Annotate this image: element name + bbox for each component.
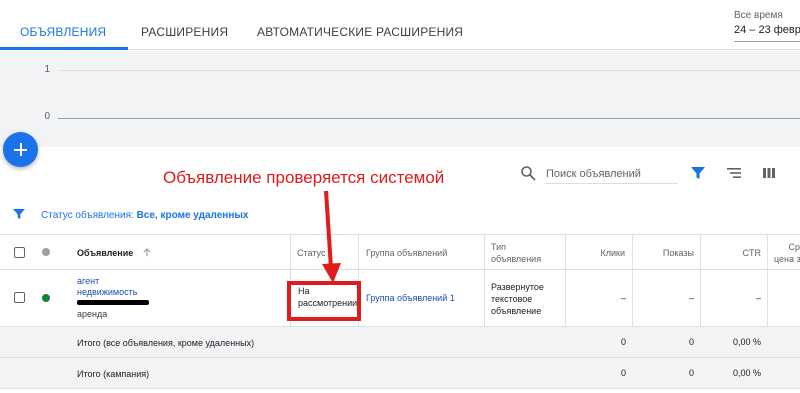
status-column-dot xyxy=(42,248,50,256)
total-impressions: 0 xyxy=(688,368,694,378)
header-status[interactable]: Статус xyxy=(297,248,325,258)
y-tick-0: 0 xyxy=(44,111,50,122)
table-row-total-filtered: Итого (все объявления, кроме удаленных) … xyxy=(0,327,800,358)
column-divider xyxy=(484,235,485,270)
header-ad[interactable]: Объявление xyxy=(77,248,152,258)
total-ctr: 0,00 % xyxy=(732,368,761,378)
column-divider xyxy=(290,235,291,270)
y-tick-1: 1 xyxy=(44,64,50,75)
column-divider xyxy=(700,235,701,270)
total-clicks: 0 xyxy=(620,337,626,347)
date-range-underline xyxy=(734,41,800,42)
ads-page: ОБЪЯВЛЕНИЯ РАСШИРЕНИЯ АВТОМАТИЧЕСКИЕ РАС… xyxy=(0,0,800,393)
tab-extensions[interactable]: РАСШИРЕНИЯ xyxy=(141,14,228,50)
filter-row: Статус объявления: Все, кроме удаленных xyxy=(0,197,800,235)
add-ad-button[interactable] xyxy=(3,132,38,167)
impressions-value: – xyxy=(688,293,694,303)
column-divider xyxy=(358,235,359,270)
columns-icon[interactable] xyxy=(760,164,778,182)
tab-ads[interactable]: ОБЪЯВЛЕНИЯ xyxy=(0,14,129,50)
column-divider xyxy=(484,270,485,327)
header-impressions[interactable]: Показы xyxy=(654,248,694,258)
header-ad-type[interactable]: Тип объявления xyxy=(491,241,541,265)
column-divider xyxy=(565,235,566,270)
filter-icon[interactable] xyxy=(689,164,707,182)
redaction-bar xyxy=(77,300,149,305)
total-label: Итого (все объявления, кроме удаленных) xyxy=(77,338,255,348)
tab-auto-extensions[interactable]: АВТОМАТИЧЕСКИЕ РАСШИРЕНИЯ xyxy=(257,14,463,50)
clicks-value: – xyxy=(620,293,626,303)
segment-icon[interactable] xyxy=(725,164,743,182)
tab-bar: ОБЪЯВЛЕНИЯ РАСШИРЕНИЯ АВТОМАТИЧЕСКИЕ РАС… xyxy=(0,0,800,50)
status-highlight-box xyxy=(287,281,361,321)
total-ctr: 0,00 % xyxy=(732,337,761,347)
ad-type-text: Развернутое текстовое объявление xyxy=(491,282,544,316)
column-divider xyxy=(767,235,768,270)
header-ctr[interactable]: CTR xyxy=(721,248,762,258)
search-icon[interactable] xyxy=(520,165,536,181)
annotation-caption: Объявление проверяется системой xyxy=(163,168,445,187)
column-divider xyxy=(700,270,701,327)
header-clicks[interactable]: Клики xyxy=(585,248,626,258)
column-divider xyxy=(632,270,633,327)
select-all-checkbox[interactable] xyxy=(14,247,25,258)
total-label: Итого (кампания) xyxy=(77,369,150,379)
table-row-total-campaign: Итого (кампания) 0 0 0,00 % xyxy=(0,358,800,389)
table-row: агент недвижимость аренда На рассмотрении … xyxy=(0,270,800,327)
table-header: Объявление Статус Группа объявлений Тип о… xyxy=(0,235,800,270)
status-filter-chip[interactable]: Статус объявления: Все, кроме удаленных xyxy=(41,210,249,221)
ad-headline-link[interactable]: агент недвижимость xyxy=(77,276,137,298)
column-divider xyxy=(632,235,633,270)
total-impressions: 0 xyxy=(688,337,694,347)
status-dot-enabled xyxy=(42,294,50,302)
gridline-0 xyxy=(58,118,800,119)
ad-description: аренда xyxy=(77,309,108,319)
active-filter-icon xyxy=(13,209,25,219)
gridline-1 xyxy=(58,70,800,71)
header-avg-cpc[interactable]: Ср цена з xyxy=(774,241,800,265)
column-divider xyxy=(767,270,768,327)
ctr-value: – xyxy=(755,293,761,303)
search-ads-input[interactable] xyxy=(546,164,678,184)
column-divider xyxy=(565,270,566,327)
header-ad-group[interactable]: Группа объявлений xyxy=(366,248,447,258)
date-range-value: 24 – 23 февр. xyxy=(734,24,800,36)
ad-group-link[interactable]: Группа объявлений 1 xyxy=(366,293,455,303)
total-clicks: 0 xyxy=(620,368,626,378)
date-range-picker[interactable]: Все время 24 – 23 февр. xyxy=(734,9,800,38)
sort-arrow-up-icon[interactable] xyxy=(142,248,152,257)
performance-chart: 1 0 xyxy=(0,51,800,147)
row-checkbox[interactable] xyxy=(14,292,25,303)
date-range-label: Все время xyxy=(734,10,783,21)
